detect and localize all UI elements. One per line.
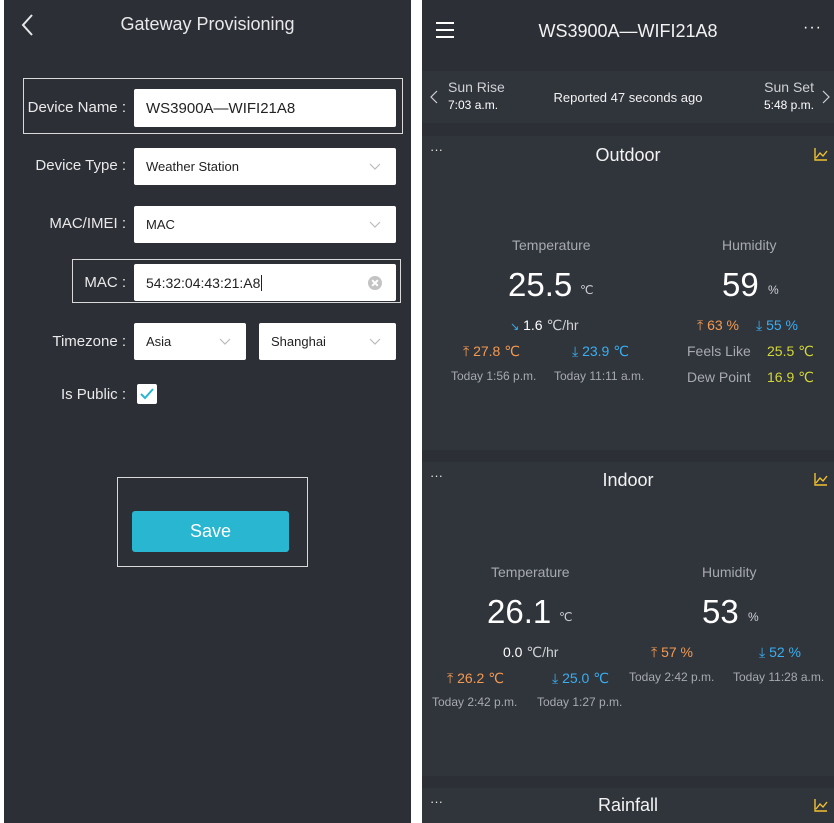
indoor-hum-high: ⤒ 57 % [651, 644, 693, 660]
indoor-hum-low-time: Today 11:28 a.m. [733, 670, 825, 684]
chevron-down-icon [369, 338, 381, 345]
indoor-title: Indoor [602, 470, 654, 490]
dashboard-screen: WS3900A—WIFI21A8 ··· Sun Rise 7:03 a.m. … [422, 0, 834, 823]
is-public-checkbox[interactable] [137, 384, 157, 404]
dew-point-value: 16.9 ℃ [767, 369, 814, 385]
outdoor-temperature-label: Temperature [512, 237, 591, 253]
chart-icon[interactable] [814, 472, 828, 486]
rainfall-card: ··· Rainfall [422, 788, 834, 823]
page-title: Gateway Provisioning [120, 14, 295, 34]
mac-imei-select[interactable]: MAC [134, 206, 396, 243]
chevron-right-icon[interactable] [822, 90, 830, 104]
chevron-down-icon [219, 338, 231, 345]
indoor-temp-high-time: Today 2:42 p.m. [432, 695, 518, 709]
outdoor-card: ··· Outdoor Temperature 25.5 ℃ ↘ 1.6 ℃/h… [422, 136, 834, 450]
indoor-rate: 0.0 ℃/hr [503, 644, 559, 660]
outdoor-rate: ↘ 1.6 ℃/hr [510, 317, 579, 333]
mac-label: MAC : [84, 274, 126, 291]
outdoor-temperature-unit: ℃ [580, 283, 594, 297]
provisioning-header: Gateway Provisioning [4, 0, 411, 52]
chevron-down-icon [369, 163, 381, 170]
sun-set: Sun Set 5:48 p.m. [764, 79, 814, 112]
timezone-region-select[interactable]: Asia [134, 323, 246, 360]
outdoor-temperature-value: 25.5 [508, 266, 573, 303]
sun-bar: Sun Rise 7:03 a.m. Reported 47 seconds a… [422, 71, 834, 123]
dashboard-header: WS3900A—WIFI21A8 ··· [422, 0, 834, 64]
indoor-humidity-label: Humidity [702, 564, 757, 580]
indoor-humidity-value: 53 [702, 593, 739, 630]
sun-set-label: Sun Set [764, 79, 814, 95]
indoor-temperature-label: Temperature [491, 564, 570, 580]
outdoor-temp-high: ⤒ 27.8 ℃ [463, 343, 520, 359]
device-title: WS3900A—WIFI21A8 [538, 21, 718, 41]
timezone-label: Timezone : [52, 333, 126, 350]
chart-icon[interactable] [814, 798, 828, 812]
mac-input[interactable]: 54:32:04:43:21:A8 [134, 264, 396, 301]
indoor-card: ··· Indoor Temperature 26.1 ℃ 0.0 ℃/hr ⤒… [422, 462, 834, 776]
indoor-hum-high-time: Today 2:42 p.m. [629, 670, 715, 684]
is-public-label: Is Public : [60, 386, 126, 403]
timezone-city-select[interactable]: Shanghai [259, 323, 396, 360]
outdoor-temp-low: ⤓ 23.9 ℃ [572, 343, 629, 359]
outdoor-humidity-unit: % [768, 283, 779, 297]
device-type-label: Device Type : [35, 157, 126, 174]
outdoor-hum-high: ⤒ 63 % [697, 317, 739, 333]
dew-point-label: Dew Point [687, 369, 751, 385]
device-name-input[interactable]: WS3900A—WIFI21A8 [134, 89, 396, 127]
rainfall-title: Rainfall [597, 795, 659, 815]
outdoor-temp-high-time: Today 1:56 p.m. [451, 369, 537, 383]
outdoor-temp-low-time: Today 11:11 a.m. [554, 369, 645, 383]
indoor-humidity-unit: % [748, 610, 759, 624]
indoor-temp-low-time: Today 1:27 p.m. [537, 695, 623, 709]
trend-down-icon: ↘ [510, 321, 520, 333]
mac-imei-label: MAC/IMEI : [49, 215, 126, 232]
device-type-select[interactable]: Weather Station [134, 148, 396, 185]
device-name-label: Device Name : [27, 99, 126, 116]
checkmark-icon [140, 388, 154, 400]
outdoor-humidity-value: 59 [722, 266, 759, 303]
feels-like-value: 25.5 ℃ [767, 343, 814, 359]
save-button[interactable]: Save [132, 511, 289, 552]
provisioning-screen: Gateway Provisioning Device Name : WS390… [4, 0, 411, 823]
outdoor-title: Outdoor [595, 145, 661, 165]
indoor-temp-high: ⤒ 26.2 ℃ [447, 670, 504, 686]
outdoor-humidity-label: Humidity [722, 237, 777, 253]
more-options-icon[interactable]: ··· [803, 19, 822, 37]
indoor-temperature-unit: ℃ [559, 610, 573, 624]
indoor-hum-low: ⤓ 52 % [759, 644, 801, 660]
sun-set-time: 5:48 p.m. [763, 98, 814, 112]
clear-input-icon[interactable] [368, 275, 382, 290]
chevron-down-icon [369, 221, 381, 228]
chart-icon[interactable] [814, 147, 828, 161]
outdoor-hum-low: ⤓ 55 % [756, 317, 798, 333]
feels-like-label: Feels Like [687, 343, 751, 359]
indoor-temp-low: ⤓ 25.0 ℃ [552, 670, 609, 686]
indoor-temperature-value: 26.1 [487, 593, 552, 630]
